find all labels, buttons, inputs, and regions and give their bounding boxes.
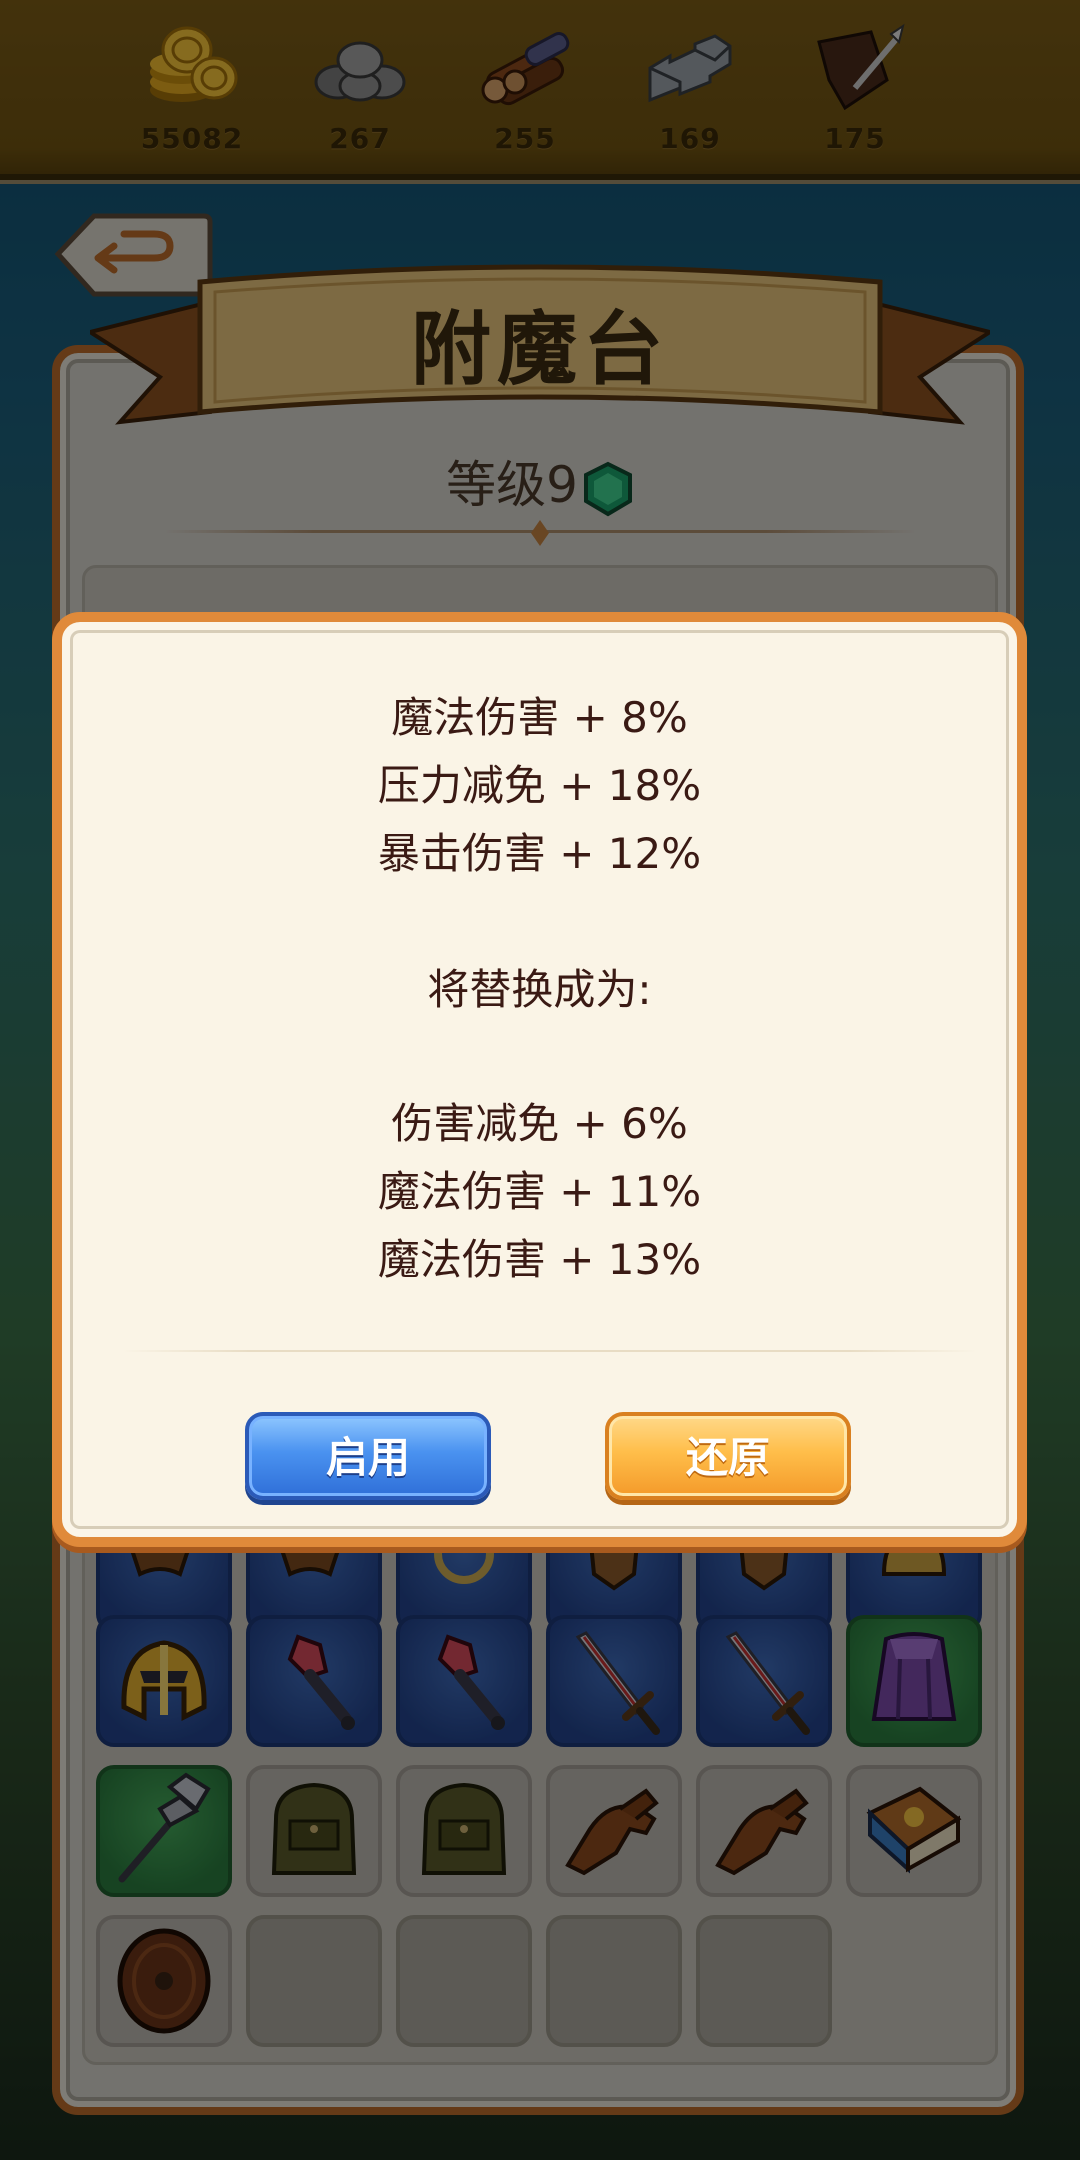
replace-label: 将替换成为: <box>427 965 652 1014</box>
current-stat-1: 魔法伤害 + 8% <box>391 693 688 742</box>
enable-button[interactable]: 启用 <box>245 1412 491 1500</box>
new-stat-3: 魔法伤害 + 13% <box>377 1235 702 1284</box>
new-stat-1: 伤害减免 + 6% <box>391 1099 688 1148</box>
restore-button[interactable]: 还原 <box>605 1412 851 1500</box>
current-stat-2: 压力减免 + 18% <box>377 761 702 810</box>
enchant-confirm-dialog: 魔法伤害 + 8% 压力减免 + 18% 暴击伤害 + 12% 将替换成为: 伤… <box>52 612 1027 1547</box>
new-stat-2: 魔法伤害 + 11% <box>377 1167 702 1216</box>
current-stat-3: 暴击伤害 + 12% <box>377 829 702 878</box>
dialog-divider <box>122 1350 977 1352</box>
